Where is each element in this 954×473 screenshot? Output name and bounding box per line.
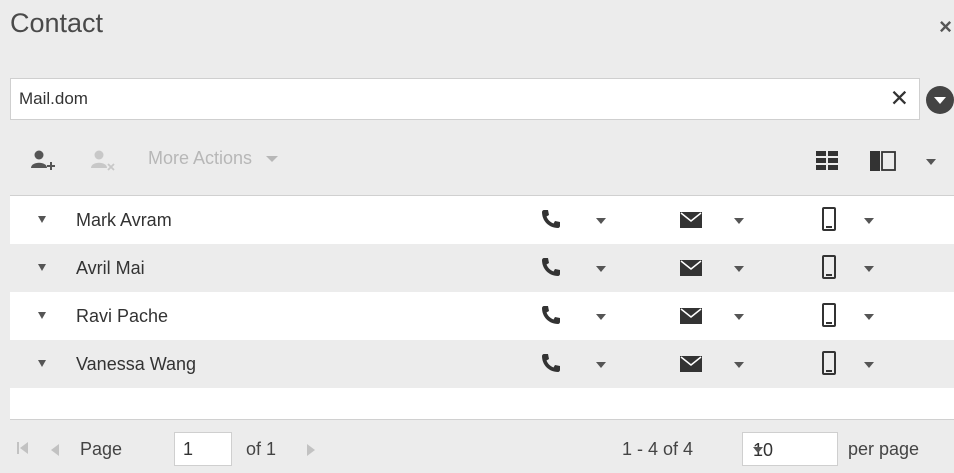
first-page-icon[interactable] xyxy=(16,441,30,460)
call-button[interactable] xyxy=(540,256,606,283)
envelope-icon xyxy=(680,356,702,372)
mobile-chevron-icon xyxy=(864,362,874,368)
mobile-chevron-icon xyxy=(864,218,874,224)
per-page-label: per page xyxy=(848,439,920,459)
call-chevron-icon xyxy=(596,266,606,272)
per-page-select[interactable]: 10 xyxy=(742,432,838,466)
contact-name[interactable]: Mark Avram xyxy=(76,210,172,231)
delete-contact-icon[interactable] xyxy=(90,148,116,179)
page-count-label: of 1 xyxy=(246,439,277,459)
pagination-bar: Page of 1 1 - 4 of 4 10 per page xyxy=(0,425,954,473)
call-chevron-icon xyxy=(596,362,606,368)
panel-view-icon[interactable] xyxy=(870,151,896,176)
email-button[interactable] xyxy=(680,260,744,281)
add-contact-icon[interactable] xyxy=(30,148,56,179)
call-button[interactable] xyxy=(540,208,606,235)
contact-list: Mark Avram Avril Mai Ravi Pache Vanessa … xyxy=(10,195,954,420)
contact-row[interactable]: Ravi Pache xyxy=(10,292,954,340)
contact-row[interactable]: Avril Mai xyxy=(10,244,954,292)
envelope-icon xyxy=(680,308,702,324)
next-page-icon[interactable] xyxy=(306,443,316,461)
email-button[interactable] xyxy=(680,212,744,233)
phone-icon xyxy=(542,354,560,372)
grid-view-icon[interactable] xyxy=(816,151,838,176)
email-chevron-icon xyxy=(734,218,744,224)
phone-icon xyxy=(542,258,560,276)
expand-row-icon[interactable] xyxy=(38,360,46,367)
close-button[interactable]: × xyxy=(939,14,952,40)
mobile-button[interactable] xyxy=(822,255,874,284)
call-button[interactable] xyxy=(540,304,606,331)
expand-row-icon[interactable] xyxy=(38,216,46,223)
contact-name[interactable]: Vanessa Wang xyxy=(76,354,196,375)
contact-row[interactable]: Vanessa Wang xyxy=(10,340,954,388)
email-chevron-icon xyxy=(734,314,744,320)
email-chevron-icon xyxy=(734,362,744,368)
contact-panel: Contact × ✕ More Actions xyxy=(0,0,954,473)
email-button[interactable] xyxy=(680,308,744,329)
mobile-icon xyxy=(822,207,836,231)
search-box: ✕ xyxy=(10,78,920,120)
view-options-chevron-icon[interactable] xyxy=(926,159,936,165)
email-chevron-icon xyxy=(734,266,744,272)
search-options-dropdown-icon[interactable] xyxy=(926,86,954,114)
contact-name[interactable]: Ravi Pache xyxy=(76,306,168,327)
page-number-input[interactable] xyxy=(174,432,232,466)
mobile-chevron-icon xyxy=(864,314,874,320)
expand-row-icon[interactable] xyxy=(38,264,46,271)
search-input[interactable] xyxy=(11,79,861,119)
mobile-button[interactable] xyxy=(822,351,874,380)
expand-row-icon[interactable] xyxy=(38,312,46,319)
phone-icon xyxy=(542,306,560,324)
per-page-chevron-icon xyxy=(753,447,763,453)
mobile-chevron-icon xyxy=(864,266,874,272)
toolbar: More Actions xyxy=(0,138,954,182)
call-button[interactable] xyxy=(540,352,606,379)
contact-row[interactable]: Mark Avram xyxy=(10,196,954,244)
mobile-button[interactable] xyxy=(822,207,874,236)
envelope-icon xyxy=(680,212,702,228)
envelope-icon xyxy=(680,260,702,276)
more-actions-chevron-icon xyxy=(266,156,279,163)
call-chevron-icon xyxy=(596,218,606,224)
call-chevron-icon xyxy=(596,314,606,320)
mobile-icon xyxy=(822,351,836,375)
mobile-button[interactable] xyxy=(822,303,874,332)
more-actions-label: More Actions xyxy=(148,148,253,168)
contact-name[interactable]: Avril Mai xyxy=(76,258,145,279)
email-button[interactable] xyxy=(680,356,744,377)
results-range: 1 - 4 of 4 xyxy=(622,439,694,459)
panel-title: Contact xyxy=(10,8,104,38)
clear-search-button[interactable]: ✕ xyxy=(890,85,909,112)
page-label: Page xyxy=(80,439,123,459)
phone-icon xyxy=(542,210,560,228)
more-actions-button[interactable]: More Actions xyxy=(148,148,279,169)
mobile-icon xyxy=(822,255,836,279)
prev-page-icon[interactable] xyxy=(50,443,60,461)
mobile-icon xyxy=(822,303,836,327)
